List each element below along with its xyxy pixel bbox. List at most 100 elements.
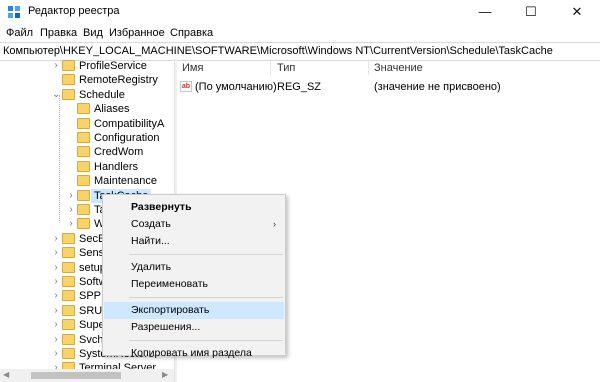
menu-favorites[interactable]: Избранное [109, 27, 165, 39]
title-bar: Редактор реестра — ☐ ✕ [0, 0, 600, 24]
scroll-right-icon[interactable]: ▶ [162, 370, 168, 379]
tree-horizontal-scrollbar[interactable]: ◀ ▶ [0, 369, 174, 382]
close-button[interactable]: ✕ [554, 0, 600, 24]
context-menu-item[interactable]: Копировать имя раздела [104, 345, 284, 362]
folder-icon [77, 218, 90, 230]
tree-item[interactable]: Aliases [0, 102, 174, 116]
tree-item-label[interactable]: ProfileService [79, 59, 147, 73]
column-divider[interactable] [270, 59, 271, 75]
tree-item[interactable]: Handlers [0, 160, 174, 174]
scroll-left-icon[interactable]: ◀ [3, 370, 9, 379]
menu-view[interactable]: Вид [83, 27, 103, 39]
scroll-thumb[interactable] [31, 372, 121, 379]
column-header-type[interactable]: Тип [277, 62, 295, 74]
chevron-right-icon[interactable]: › [52, 305, 60, 317]
context-menu-item-label: Развернуть [131, 201, 192, 213]
context-menu-item-label: Найти... [131, 235, 170, 247]
folder-icon [77, 117, 90, 129]
folder-icon [62, 348, 75, 359]
tree-item[interactable]: › ProfileService [0, 59, 174, 73]
chevron-right-icon[interactable]: › [52, 319, 60, 331]
context-menu-item-label: Экспортировать [131, 304, 210, 316]
minimize-button[interactable]: — [462, 0, 508, 24]
menu-edit[interactable]: Правка [40, 27, 77, 39]
context-menu-item-label: Разрешения... [131, 321, 201, 333]
column-header-name[interactable]: Имя [182, 62, 203, 74]
tree-item-label[interactable]: CredWom [94, 145, 143, 159]
folder-icon [62, 60, 75, 71]
context-menu-item[interactable]: Удалить [104, 259, 284, 276]
chevron-right-icon[interactable]: › [52, 348, 60, 360]
menu-separator [129, 254, 283, 255]
folder-icon [77, 204, 90, 215]
chevron-right-icon[interactable]: › [52, 233, 60, 245]
folder-icon [62, 319, 75, 331]
tree-item-label[interactable]: SPP [79, 289, 101, 303]
menu-file[interactable]: Файл [6, 27, 33, 39]
menu-separator [129, 340, 283, 341]
context-menu-item[interactable]: Переименовать [104, 276, 284, 293]
tree-item-label[interactable]: Terminal Server [79, 361, 156, 369]
tree-item[interactable]: ⌄ Schedule [0, 88, 174, 102]
context-menu-item[interactable]: Развернуть [104, 199, 284, 216]
context-menu-item[interactable]: Экспортировать [104, 302, 284, 319]
tree-item-label[interactable]: Configuration [94, 131, 159, 145]
tree-item[interactable]: Configuration [0, 131, 174, 145]
context-menu-item-label: Переименовать [131, 278, 208, 290]
tree-item[interactable]: CompatibilityA [0, 117, 174, 131]
address-path[interactable]: Компьютер\HKEY_LOCAL_MACHINE\SOFTWARE\Mi… [3, 45, 553, 57]
tree-item-label[interactable]: Maintenance [94, 174, 157, 188]
folder-icon [77, 146, 90, 158]
context-menu-item-label: Создать [131, 218, 171, 230]
value-name[interactable]: (По умолчанию) [195, 81, 277, 93]
chevron-right-icon[interactable]: › [52, 362, 60, 369]
folder-icon [77, 103, 90, 115]
context-menu-item-label: Удалить [131, 261, 172, 273]
registry-editor-icon [8, 6, 20, 18]
folder-icon [62, 290, 75, 302]
folder-icon [62, 88, 75, 100]
chevron-right-icon[interactable]: › [67, 218, 75, 230]
menu-separator [129, 297, 283, 298]
value-type: REG_SZ [277, 81, 322, 93]
tree-item[interactable]: RemoteRegistry [0, 73, 174, 87]
folder-icon [62, 304, 75, 316]
chevron-right-icon[interactable]: › [52, 247, 60, 259]
tree-item[interactable]: CredWom [0, 145, 174, 159]
folder-icon [62, 362, 75, 369]
chevron-right-icon[interactable]: › [52, 262, 60, 274]
folder-icon [62, 261, 75, 273]
context-menu-item[interactable]: Найти... [104, 233, 284, 250]
tree-item-label[interactable]: Handlers [94, 160, 138, 174]
context-menu: Развернуть Создать › Найти... Удалить Переиме… [102, 194, 286, 359]
folder-icon [77, 160, 90, 172]
chevron-right-icon[interactable]: › [67, 204, 75, 216]
chevron-right-icon[interactable]: › [52, 276, 60, 288]
chevron-right-icon[interactable]: › [67, 190, 75, 202]
tree-item-label[interactable]: RemoteRegistry [79, 73, 158, 87]
tree-item-label[interactable]: Schedule [79, 88, 125, 102]
tree-item-label[interactable]: CompatibilityA [94, 117, 164, 131]
folder-icon [62, 74, 75, 86]
context-menu-item[interactable]: Создать › [104, 216, 284, 233]
folder-icon [77, 189, 90, 201]
column-header-value[interactable]: Значение [374, 62, 423, 74]
chevron-right-icon[interactable]: › [52, 290, 60, 302]
chevron-right-icon[interactable]: › [52, 60, 60, 72]
menu-help[interactable]: Справка [170, 27, 213, 39]
tree-item[interactable]: Maintenance [0, 174, 174, 188]
chevron-down-icon[interactable]: ⌄ [52, 89, 60, 101]
folder-icon [62, 333, 75, 345]
maximize-button[interactable]: ☐ [508, 0, 554, 24]
window-title: Редактор реестра [28, 5, 120, 17]
submenu-arrow-icon: › [273, 219, 276, 229]
string-value-icon: ab [180, 81, 192, 92]
chevron-right-icon[interactable]: › [52, 334, 60, 346]
value-data: (значение не присвоено) [374, 81, 501, 93]
folder-icon [77, 175, 90, 187]
column-divider[interactable] [368, 59, 369, 75]
tree-item-label[interactable]: Aliases [94, 102, 129, 116]
menu-bar: Файл Правка Вид Избранное Справка [0, 24, 600, 42]
context-menu-item[interactable]: Разрешения... [104, 319, 284, 336]
tree-item[interactable]: › Terminal Server [0, 361, 174, 369]
